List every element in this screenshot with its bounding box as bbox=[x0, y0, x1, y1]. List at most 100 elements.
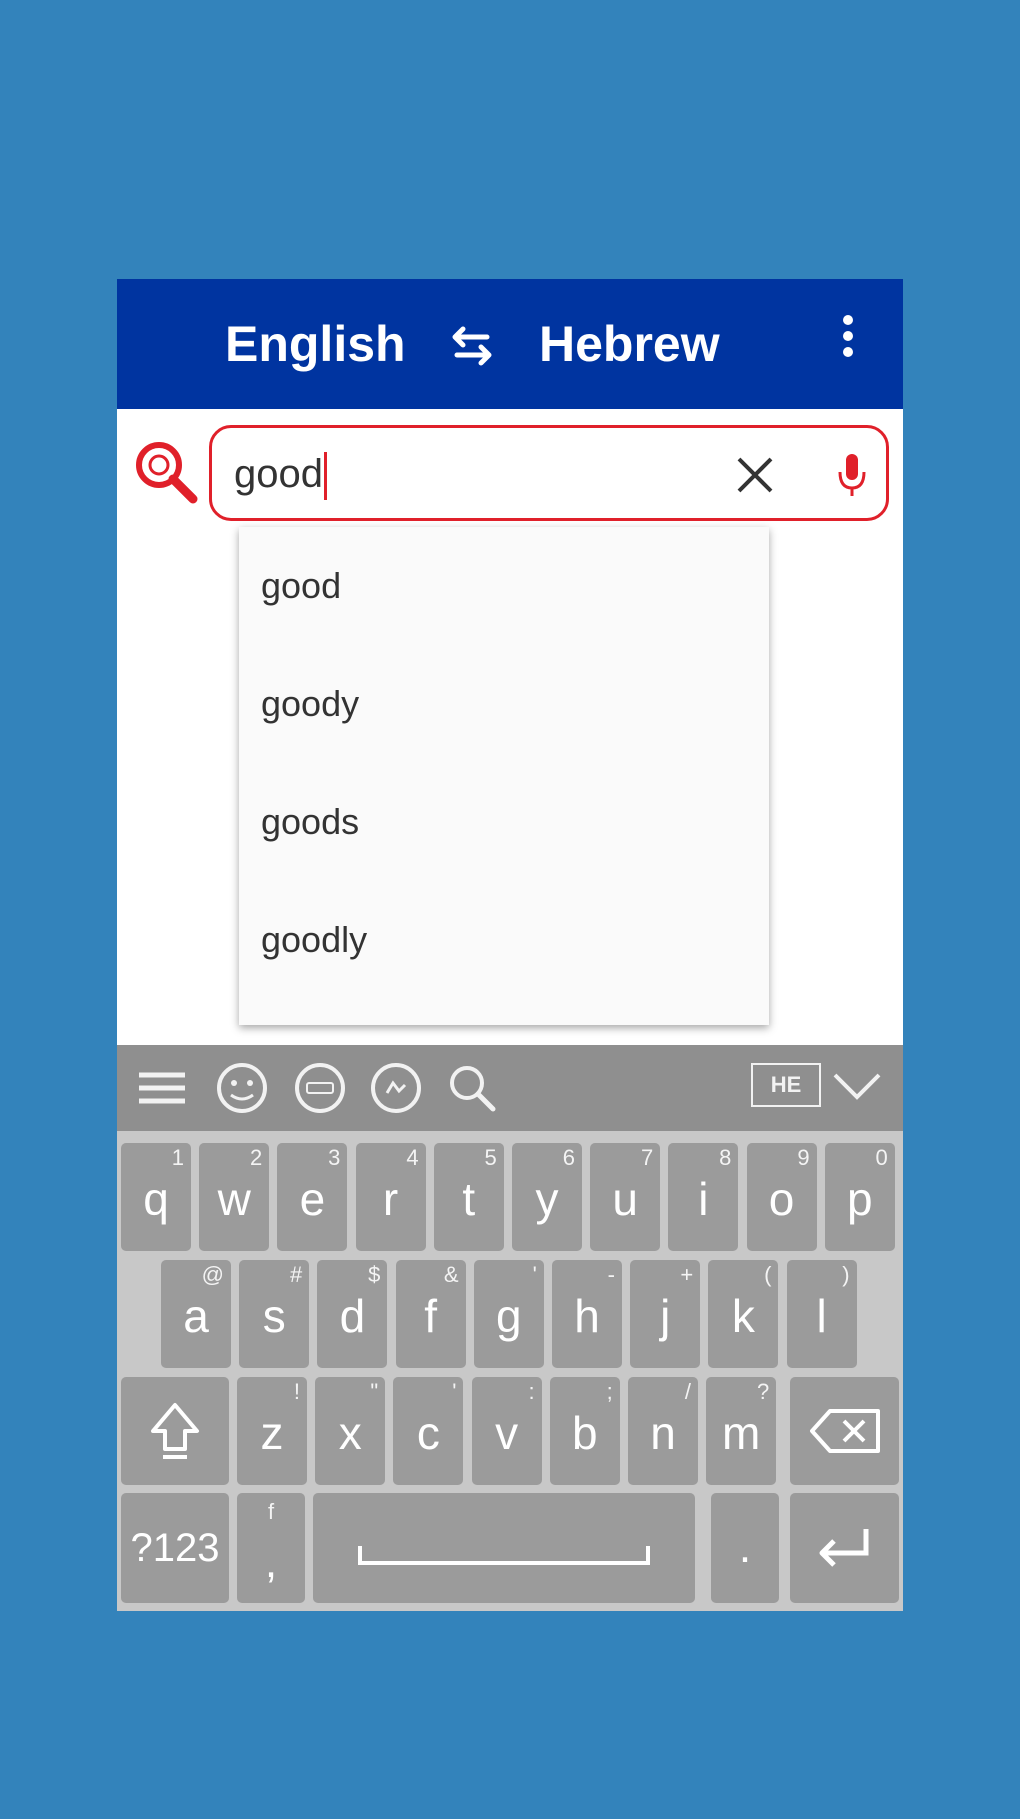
sticker-icon[interactable] bbox=[367, 1059, 425, 1117]
key-v[interactable]: :v bbox=[471, 1377, 542, 1485]
chevron-down-icon[interactable] bbox=[829, 1061, 885, 1111]
key-hint: - bbox=[607, 1262, 615, 1287]
symbols-key-label: ?123 bbox=[130, 1525, 220, 1570]
text-cursor bbox=[323, 452, 327, 501]
key-label: v bbox=[495, 1407, 519, 1459]
key-b[interactable]: ; b bbox=[549, 1377, 620, 1485]
comma-key[interactable]: f , bbox=[237, 1493, 305, 1603]
key-label: o bbox=[768, 1173, 795, 1225]
key-hint: 5 bbox=[484, 1145, 497, 1170]
key-hint: ( bbox=[764, 1262, 772, 1287]
suggestion-item[interactable]: goody bbox=[239, 645, 769, 763]
key-z[interactable]: ! z bbox=[237, 1377, 307, 1485]
key-o[interactable]: 9o bbox=[746, 1143, 817, 1251]
key-g[interactable]: ' g bbox=[473, 1260, 544, 1368]
key-hint: ' bbox=[452, 1379, 457, 1404]
key-i[interactable]: 8i bbox=[668, 1143, 739, 1251]
key-h[interactable]: -h bbox=[552, 1260, 622, 1368]
microphone-icon[interactable] bbox=[832, 450, 872, 500]
key-label: b bbox=[572, 1407, 598, 1459]
key-d[interactable]: $ d bbox=[317, 1260, 388, 1368]
more-options-icon[interactable] bbox=[835, 313, 861, 359]
key-w[interactable]: 2w bbox=[199, 1143, 270, 1251]
key-label: g bbox=[496, 1290, 522, 1342]
key-label: f bbox=[424, 1290, 437, 1342]
period-key-label: . bbox=[738, 1523, 752, 1572]
key-label: c bbox=[416, 1407, 440, 1459]
key-label: i bbox=[698, 1173, 709, 1225]
key-p[interactable]: 0p bbox=[824, 1143, 895, 1251]
key-hint: ! bbox=[293, 1379, 300, 1404]
key-u[interactable]: 7u bbox=[590, 1143, 661, 1251]
space-key[interactable] bbox=[313, 1493, 695, 1603]
key-a[interactable]: @ a bbox=[161, 1260, 231, 1368]
period-key[interactable]: . bbox=[711, 1493, 779, 1603]
key-hint: " bbox=[370, 1379, 379, 1404]
key-label: t bbox=[462, 1173, 476, 1225]
key-label: w bbox=[217, 1173, 251, 1225]
search-input[interactable]: good bbox=[234, 444, 694, 504]
key-t[interactable]: 5t bbox=[433, 1143, 504, 1251]
key-label: n bbox=[650, 1407, 676, 1459]
key-label: l bbox=[816, 1290, 827, 1342]
key-e[interactable]: 3e bbox=[277, 1143, 348, 1251]
search-query-text: good bbox=[234, 452, 323, 496]
dictionary-search-icon[interactable] bbox=[131, 437, 201, 507]
suggestion-item[interactable]: goodly bbox=[239, 881, 769, 999]
emoji-icon[interactable] bbox=[213, 1059, 271, 1117]
comma-key-label: , bbox=[264, 1538, 278, 1587]
clear-icon[interactable] bbox=[730, 450, 780, 500]
key-k[interactable]: (k bbox=[708, 1260, 779, 1368]
on-screen-keyboard: 1q2w3e4r5t6y7u8i9o0p @ a # s $ d & f ' g - h + j(k) l … bbox=[117, 1131, 903, 1611]
app-bar: English Hebrew bbox=[117, 279, 903, 409]
swap-languages-icon[interactable] bbox=[447, 321, 497, 371]
keyboard-search-icon[interactable] bbox=[443, 1059, 501, 1117]
key-label: q bbox=[143, 1173, 169, 1225]
source-language-button[interactable]: English bbox=[225, 313, 406, 375]
suggestion-item[interactable]: good bbox=[239, 527, 769, 645]
key-hint: # bbox=[289, 1262, 303, 1287]
symbols-key[interactable]: ?123 bbox=[121, 1493, 229, 1603]
key-hint: : bbox=[528, 1379, 535, 1404]
key-x[interactable]: " x bbox=[315, 1377, 386, 1485]
key-q[interactable]: 1q bbox=[121, 1143, 191, 1251]
key-label: x bbox=[338, 1407, 362, 1459]
key-r[interactable]: 4r bbox=[355, 1143, 426, 1251]
key-n[interactable]: / n bbox=[628, 1377, 698, 1485]
search-box[interactable]: good bbox=[209, 425, 889, 521]
key-label: r bbox=[382, 1173, 399, 1225]
key-label: h bbox=[574, 1290, 600, 1342]
key-hint: @ bbox=[201, 1262, 224, 1287]
shift-key[interactable] bbox=[121, 1377, 229, 1485]
key-m[interactable]: ? m bbox=[706, 1377, 777, 1485]
backspace-key[interactable] bbox=[790, 1377, 899, 1485]
suggestion-item[interactable]: goods bbox=[239, 763, 769, 881]
gif-icon[interactable] bbox=[291, 1059, 349, 1117]
menu-icon[interactable] bbox=[133, 1059, 191, 1117]
key-hint: 3 bbox=[328, 1145, 341, 1170]
key-hint: ; bbox=[606, 1379, 613, 1404]
key-hint: & bbox=[443, 1262, 459, 1287]
key-f[interactable]: & f bbox=[395, 1260, 466, 1368]
key-c[interactable]: ' c bbox=[393, 1377, 464, 1485]
key-label: d bbox=[339, 1290, 366, 1342]
key-hint: ) bbox=[842, 1262, 850, 1287]
key-hint: ' bbox=[532, 1262, 537, 1287]
key-label: k bbox=[731, 1290, 755, 1342]
suggestions-dropdown: good goody goods goodly bbox=[239, 527, 769, 1025]
backspace-icon bbox=[810, 1409, 880, 1453]
target-language-button[interactable]: Hebrew bbox=[539, 313, 720, 375]
keyboard-language-badge[interactable]: HE bbox=[751, 1063, 821, 1107]
key-hint: 0 bbox=[875, 1145, 888, 1170]
key-l[interactable]: ) l bbox=[786, 1260, 857, 1368]
key-hint: ? bbox=[756, 1379, 770, 1404]
key-hint: 4 bbox=[406, 1145, 419, 1170]
key-hint: 1 bbox=[171, 1145, 184, 1170]
enter-key[interactable] bbox=[790, 1493, 899, 1603]
app-screen: English Hebrew good good goody goods goo… bbox=[117, 279, 903, 1611]
key-label: a bbox=[183, 1290, 209, 1342]
key-y[interactable]: 6y bbox=[512, 1143, 582, 1251]
key-j[interactable]: + j bbox=[630, 1260, 701, 1368]
key-hint: 9 bbox=[797, 1145, 810, 1170]
key-s[interactable]: # s bbox=[239, 1260, 310, 1368]
